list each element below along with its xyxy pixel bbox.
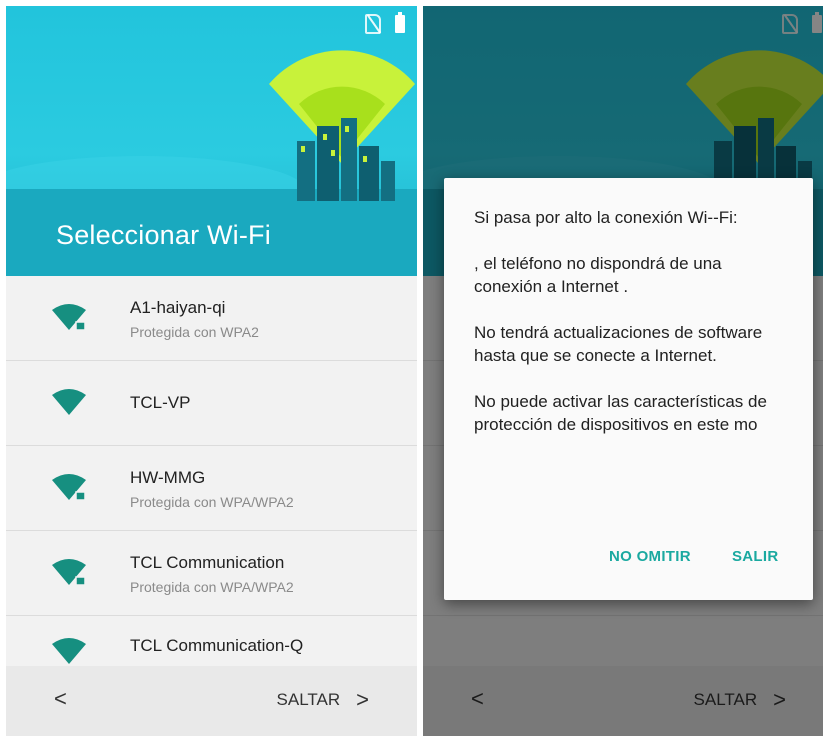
network-security: Protegida con WPA/WPA2 [130,579,294,595]
network-name: HW-MMG [130,468,206,487]
header-banner: Seleccionar Wi-Fi [6,6,417,276]
network-name: TCL-VP [130,393,191,412]
skip-label: SALTAR [276,690,341,709]
network-security: Protegida con WPA2 [130,324,259,340]
battery-icon [395,12,405,33]
bottom-navigation-bar: < SALTAR > [6,666,417,736]
salir-button[interactable]: SALIR [732,548,779,565]
wifi-network-item[interactable]: TCL Communication Protegida con WPA/WPA2 [6,531,417,616]
wifi-icon [52,389,86,415]
wifi-setup-screen: Seleccionar Wi-Fi A1-haiyan-qi Protegida… [6,6,417,736]
network-name: TCL Communication [130,553,285,572]
wifi-locked-icon [52,304,86,331]
network-security: Protegida con WPA/WPA2 [130,494,294,510]
wifi-locked-icon [52,474,86,501]
dialog-paragraph: No tendrá actualizaciones de software ha… [474,323,763,365]
network-name: TCL Communication-Q [130,636,304,655]
wifi-icon [52,638,86,664]
chevron-right-icon: > [356,687,369,712]
dialog-paragraph: , el teléfono no dispondrá de una conexi… [474,254,722,296]
dialog-message: Si pasa por alto la conexión Wi--Fi: , e… [474,206,794,459]
wifi-network-item[interactable]: HW-MMG Protegida con WPA/WPA2 [6,446,417,531]
wifi-skip-dialog-screen: < SALTAR > Si pasa por alto la conexión … [423,6,823,736]
back-button[interactable]: < [54,688,67,710]
network-name: A1-haiyan-qi [130,298,226,317]
dialog-paragraph: No puede activar las características de … [474,392,767,434]
dialog-paragraph: Si pasa por alto la conexión Wi--Fi: [474,208,738,227]
skip-wifi-dialog: Si pasa por alto la conexión Wi--Fi: , e… [444,178,813,600]
no-sim-icon [365,14,381,34]
wifi-network-item[interactable]: TCL-VP [6,361,417,446]
status-bar [365,12,405,34]
wifi-network-item[interactable]: A1-haiyan-qi Protegida con WPA2 [6,276,417,361]
city-wifi-illustration [269,50,415,201]
wifi-locked-icon [52,559,86,586]
no-omitir-button[interactable]: NO OMITIR [609,548,691,565]
page-title: Seleccionar Wi-Fi [56,220,271,250]
wifi-network-list: A1-haiyan-qi Protegida con WPA2 TCL-VP H… [6,276,417,676]
skip-button[interactable]: SALTAR > [276,687,369,712]
